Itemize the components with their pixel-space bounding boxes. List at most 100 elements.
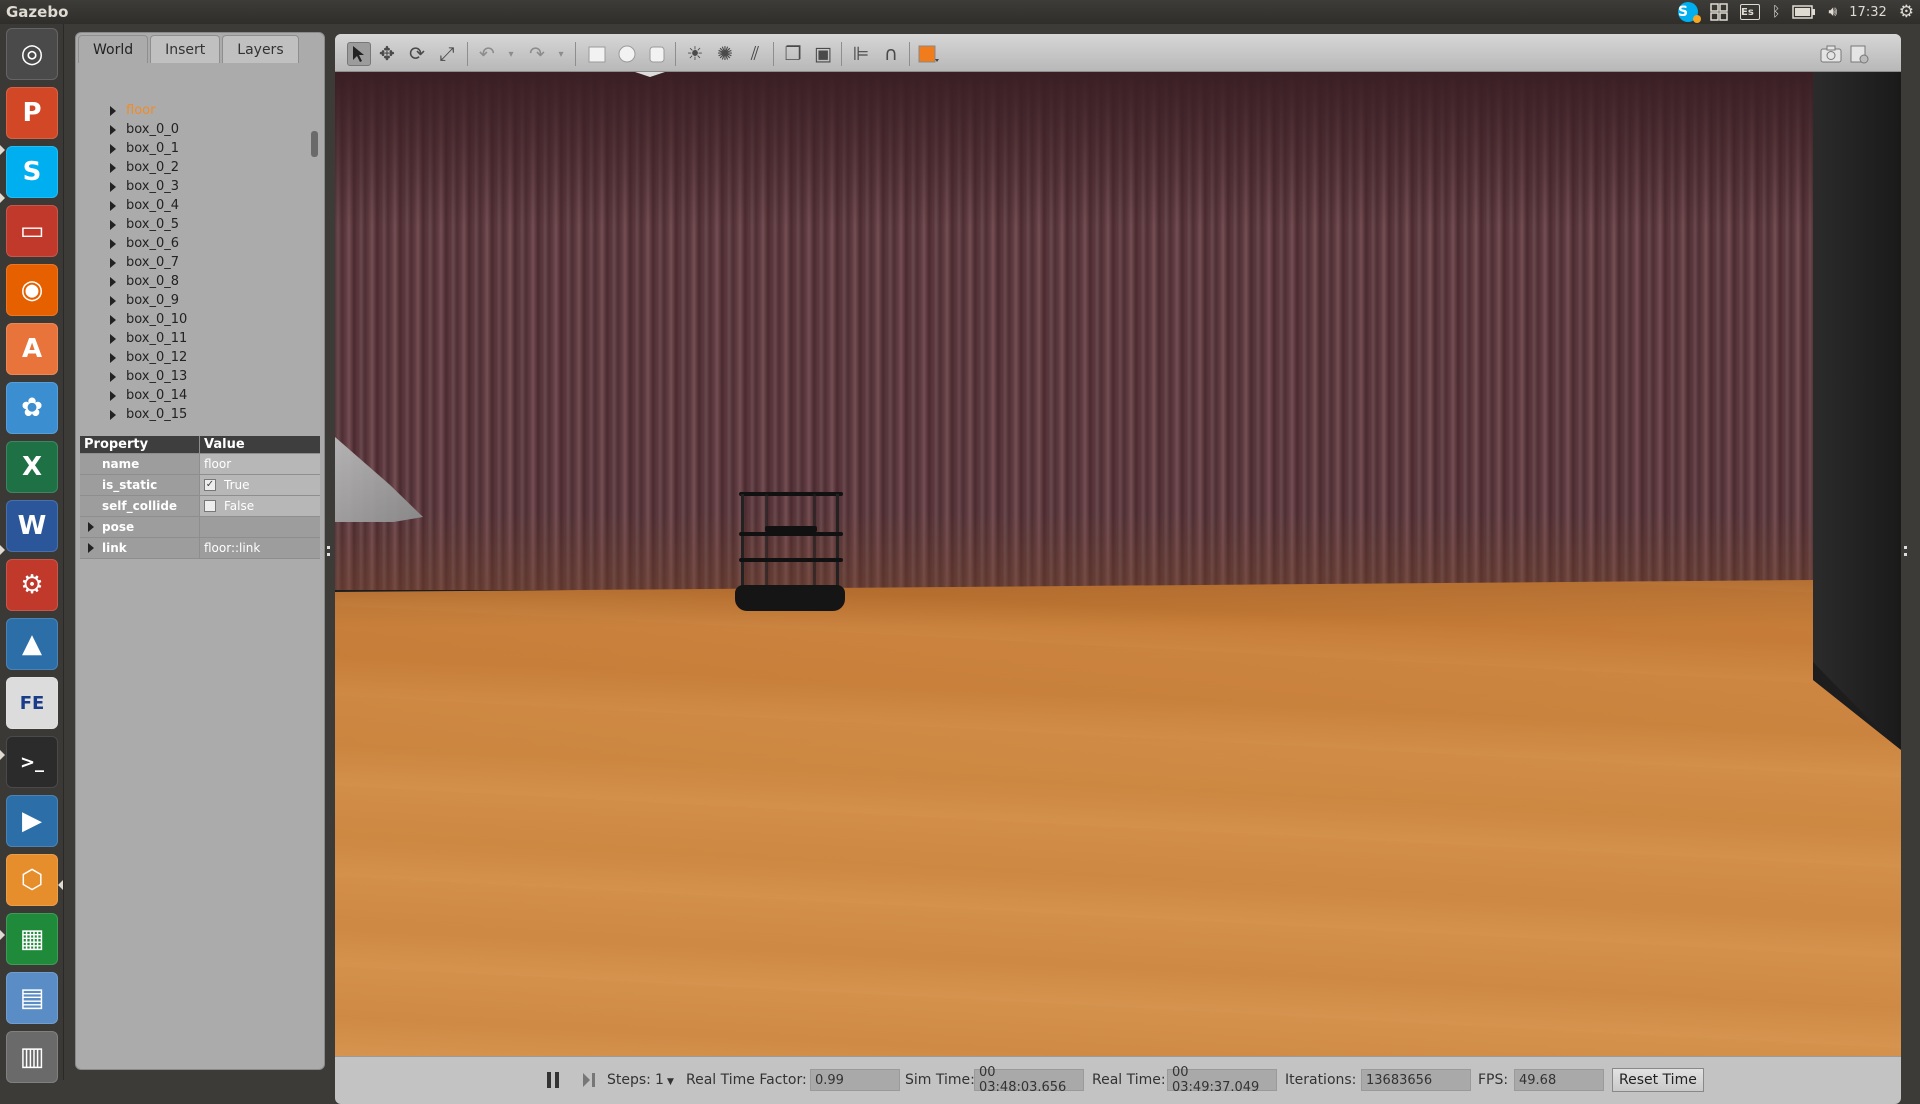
system-gear-icon[interactable]: ⚙ bbox=[1899, 2, 1914, 22]
tree-item[interactable]: box_0_9 bbox=[110, 291, 179, 310]
expand-arrow-icon[interactable] bbox=[110, 219, 116, 230]
sphere-shape-icon[interactable] bbox=[615, 42, 639, 66]
volume-icon[interactable]: 🔊︎ bbox=[1828, 4, 1837, 20]
excel-icon[interactable]: X bbox=[6, 441, 58, 493]
property-row-link[interactable]: link floor::link bbox=[80, 538, 320, 559]
spot-light-icon[interactable]: ✺ bbox=[713, 42, 737, 66]
picasa-icon[interactable]: ✿ bbox=[6, 382, 58, 434]
pause-icon[interactable] bbox=[545, 1071, 561, 1093]
robot-model[interactable] bbox=[735, 492, 845, 612]
powerpoint-icon[interactable]: P bbox=[6, 87, 58, 139]
steps-value[interactable]: 1 bbox=[655, 1072, 664, 1088]
expand-arrow-icon[interactable] bbox=[110, 276, 116, 287]
tree-item[interactable]: box_0_4 bbox=[110, 196, 179, 215]
is-static-checkbox[interactable]: ✓ bbox=[204, 479, 216, 491]
tree-item[interactable]: box_0_8 bbox=[110, 272, 179, 291]
tree-item[interactable]: box_0_12 bbox=[110, 348, 187, 367]
software-center-icon[interactable]: A bbox=[6, 323, 58, 375]
calc-icon[interactable]: ▦ bbox=[6, 913, 58, 965]
battery-icon[interactable] bbox=[1792, 5, 1816, 19]
workspace-switcher-icon[interactable] bbox=[1710, 3, 1728, 21]
tree-item[interactable]: box_0_1 bbox=[110, 139, 179, 158]
undo-history-icon[interactable]: ▾ bbox=[499, 42, 523, 66]
3d-viewport[interactable] bbox=[335, 72, 1901, 1056]
files-icon[interactable]: ▭ bbox=[6, 205, 58, 257]
tree-item[interactable]: box_0_10 bbox=[110, 310, 187, 329]
tab-world[interactable]: World bbox=[78, 35, 149, 63]
presentation-icon[interactable]: ▤ bbox=[6, 972, 58, 1024]
rotate-mode-icon[interactable]: ⟳ bbox=[405, 42, 429, 66]
name-value-field[interactable]: floor bbox=[199, 454, 320, 474]
translate-mode-icon[interactable]: ✥ bbox=[375, 42, 399, 66]
self-collide-checkbox[interactable] bbox=[204, 500, 216, 512]
directional-light-icon[interactable]: ⫽ bbox=[743, 42, 767, 66]
tree-item[interactable]: box_0_15 bbox=[110, 405, 187, 424]
expand-arrow-icon[interactable] bbox=[110, 105, 116, 116]
tree-item[interactable]: box_0_6 bbox=[110, 234, 179, 253]
tree-item[interactable]: box_0_14 bbox=[110, 386, 187, 405]
fluid-sim-icon[interactable]: FE bbox=[6, 677, 58, 729]
expand-arrow-icon[interactable] bbox=[110, 181, 116, 192]
tree-item[interactable]: box_0_5 bbox=[110, 215, 179, 234]
expand-arrow-icon[interactable] bbox=[110, 352, 116, 363]
steps-dropdown-icon[interactable]: ▼ bbox=[667, 1077, 674, 1087]
redo-icon[interactable]: ↷ bbox=[525, 42, 549, 66]
tree-item[interactable]: box_0_3 bbox=[110, 177, 179, 196]
expand-arrow-icon[interactable] bbox=[88, 543, 94, 553]
expand-arrow-icon[interactable] bbox=[110, 143, 116, 154]
snap-icon[interactable]: ∩ bbox=[879, 42, 903, 66]
expand-arrow-icon[interactable] bbox=[110, 238, 116, 249]
reset-time-button[interactable]: Reset Time bbox=[1612, 1068, 1704, 1092]
expand-arrow-icon[interactable] bbox=[110, 162, 116, 173]
firefox-icon[interactable]: ◉ bbox=[6, 264, 58, 316]
step-icon[interactable] bbox=[581, 1071, 597, 1093]
align-icon[interactable]: ⊫ bbox=[849, 42, 873, 66]
expand-arrow-icon[interactable] bbox=[88, 522, 94, 532]
point-light-icon[interactable]: ☀ bbox=[683, 42, 707, 66]
tree-item[interactable]: box_0_11 bbox=[110, 329, 187, 348]
select-mode-icon[interactable] bbox=[347, 42, 371, 66]
word-icon[interactable]: W bbox=[6, 500, 58, 552]
copy-icon[interactable]: ❐ bbox=[781, 42, 805, 66]
cylinder-shape-icon[interactable] bbox=[645, 42, 669, 66]
media-player-icon[interactable]: ▶ bbox=[6, 795, 58, 847]
tab-insert[interactable]: Insert bbox=[150, 35, 221, 63]
skype-icon[interactable]: S bbox=[6, 146, 58, 198]
system-settings-icon[interactable]: ⚙ bbox=[6, 559, 58, 611]
box-shape-icon[interactable] bbox=[585, 42, 609, 66]
tree-item[interactable]: box_0_13 bbox=[110, 367, 187, 386]
tab-layers[interactable]: Layers bbox=[222, 35, 299, 63]
terminal-icon[interactable]: >_ bbox=[6, 736, 58, 788]
expand-arrow-icon[interactable] bbox=[110, 314, 116, 325]
view-angle-icon[interactable] bbox=[917, 42, 941, 66]
expand-arrow-icon[interactable] bbox=[110, 409, 116, 420]
expand-arrow-icon[interactable] bbox=[110, 333, 116, 344]
tree-scrollbar[interactable] bbox=[311, 131, 318, 157]
tree-item-floor[interactable]: floor bbox=[110, 101, 155, 120]
trash-icon[interactable]: ▥ bbox=[6, 1031, 58, 1083]
redo-history-icon[interactable]: ▾ bbox=[549, 42, 573, 66]
clock[interactable]: 17:32 bbox=[1849, 5, 1886, 20]
tree-item[interactable]: box_0_2 bbox=[110, 158, 179, 177]
property-row-pose[interactable]: pose bbox=[80, 517, 320, 538]
matlab-icon[interactable]: ▲ bbox=[6, 618, 58, 670]
left-splitter-handle[interactable] bbox=[327, 546, 330, 556]
expand-arrow-icon[interactable] bbox=[110, 124, 116, 135]
keyboard-layout-indicator[interactable]: Es bbox=[1740, 4, 1761, 20]
virtualbox-icon[interactable]: ⬡ bbox=[6, 854, 58, 906]
bluetooth-icon[interactable]: ᛒ bbox=[1772, 4, 1780, 20]
screenshot-camera-icon[interactable] bbox=[1819, 42, 1843, 66]
expand-arrow-icon[interactable] bbox=[110, 371, 116, 382]
scale-mode-icon[interactable]: ⤢ bbox=[435, 42, 459, 66]
undo-icon[interactable]: ↶ bbox=[475, 42, 499, 66]
ubuntu-dash-icon[interactable]: ◎ bbox=[6, 28, 58, 80]
right-splitter-handle[interactable] bbox=[1904, 546, 1907, 556]
expand-arrow-icon[interactable] bbox=[110, 257, 116, 268]
paste-icon[interactable]: ▣ bbox=[811, 42, 835, 66]
tree-item[interactable]: box_0_0 bbox=[110, 120, 179, 139]
tree-item[interactable]: box_0_7 bbox=[110, 253, 179, 272]
expand-arrow-icon[interactable] bbox=[110, 390, 116, 401]
expand-arrow-icon[interactable] bbox=[110, 200, 116, 211]
log-recording-icon[interactable] bbox=[1847, 42, 1871, 66]
skype-indicator-icon[interactable]: S bbox=[1678, 2, 1702, 23]
